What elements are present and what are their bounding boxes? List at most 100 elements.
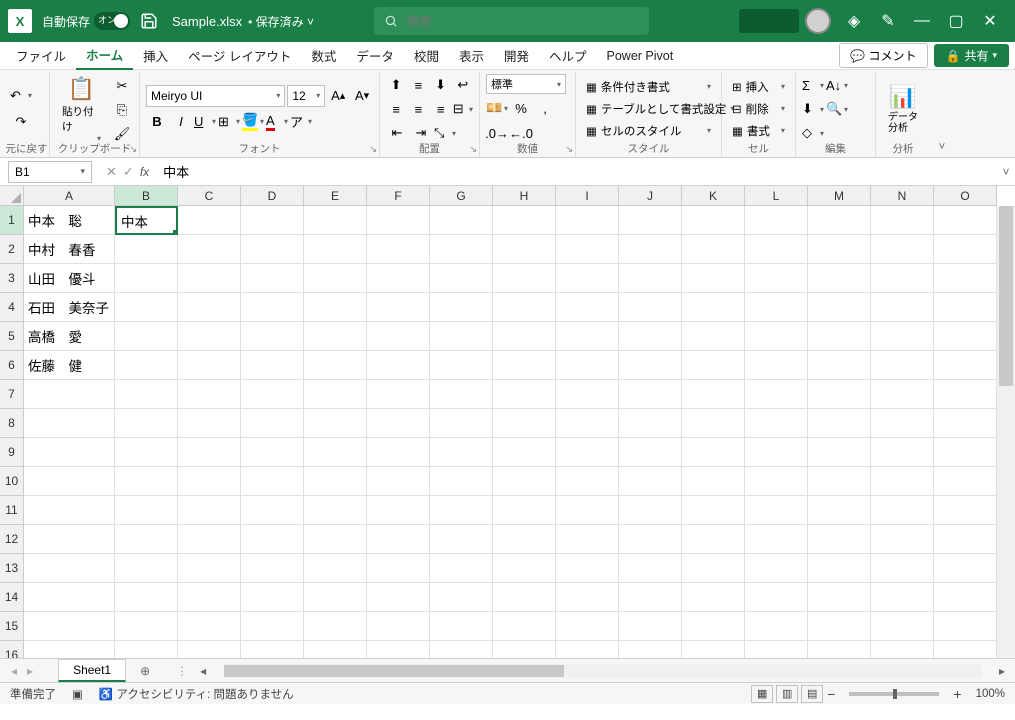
cell-I11[interactable] — [556, 496, 619, 525]
cell-J9[interactable] — [619, 438, 682, 467]
cell-J11[interactable] — [619, 496, 682, 525]
cell-L13[interactable] — [745, 554, 808, 583]
cell-N15[interactable] — [871, 612, 934, 641]
file-name[interactable]: Sample.xlsx — [172, 14, 242, 29]
cell-B9[interactable] — [115, 438, 178, 467]
cell-G15[interactable] — [430, 612, 493, 641]
cell-M2[interactable] — [808, 235, 871, 264]
cell-A4[interactable]: 石田 美奈子 — [24, 293, 115, 322]
row-header-7[interactable]: 7 — [0, 380, 24, 409]
cell-A10[interactable] — [24, 467, 115, 496]
cell-M3[interactable] — [808, 264, 871, 293]
row-header-5[interactable]: 5 — [0, 322, 24, 351]
cell-K10[interactable] — [682, 467, 745, 496]
cell-J12[interactable] — [619, 525, 682, 554]
cell-N7[interactable] — [871, 380, 934, 409]
cell-H13[interactable] — [493, 554, 556, 583]
cell-O9[interactable] — [934, 438, 997, 467]
cell-E13[interactable] — [304, 554, 367, 583]
sort-filter-button[interactable]: A↓▾ — [826, 74, 848, 96]
cell-E14[interactable] — [304, 583, 367, 612]
column-header-B[interactable]: B — [115, 186, 178, 206]
cell-D13[interactable] — [241, 554, 304, 583]
sheet-nav-next[interactable]: ▸ — [22, 664, 38, 678]
cell-E10[interactable] — [304, 467, 367, 496]
tab-insert[interactable]: 挿入 — [133, 42, 178, 70]
cell-C16[interactable] — [178, 641, 241, 658]
cell-O3[interactable] — [934, 264, 997, 293]
tab-power-pivot[interactable]: Power Pivot — [597, 42, 684, 70]
cell-J16[interactable] — [619, 641, 682, 658]
cell-J10[interactable] — [619, 467, 682, 496]
formula-input[interactable] — [159, 161, 997, 183]
cell-L5[interactable] — [745, 322, 808, 351]
cell-I13[interactable] — [556, 554, 619, 583]
cell-O4[interactable] — [934, 293, 997, 322]
cell-C15[interactable] — [178, 612, 241, 641]
cell-F5[interactable] — [367, 322, 430, 351]
cell-C3[interactable] — [178, 264, 241, 293]
cell-G5[interactable] — [430, 322, 493, 351]
wrap-text-button[interactable]: ↩ — [453, 74, 473, 96]
cell-G13[interactable] — [430, 554, 493, 583]
tab-formulas[interactable]: 数式 — [301, 42, 346, 70]
cell-G2[interactable] — [430, 235, 493, 264]
cell-J1[interactable] — [619, 206, 682, 235]
cell-E12[interactable] — [304, 525, 367, 554]
cell-A12[interactable] — [24, 525, 115, 554]
row-header-11[interactable]: 11 — [0, 496, 24, 525]
cell-B16[interactable] — [115, 641, 178, 658]
cell-I2[interactable] — [556, 235, 619, 264]
cell-D6[interactable] — [241, 351, 304, 380]
cell-B11[interactable] — [115, 496, 178, 525]
cell-D8[interactable] — [241, 409, 304, 438]
tab-page-layout[interactable]: ページ レイアウト — [178, 42, 301, 70]
cell-I10[interactable] — [556, 467, 619, 496]
cell-K14[interactable] — [682, 583, 745, 612]
name-box[interactable]: B1▾ — [8, 161, 92, 183]
find-select-button[interactable]: 🔍▾ — [826, 98, 848, 120]
percent-button[interactable]: % — [510, 97, 532, 119]
cell-N8[interactable] — [871, 409, 934, 438]
cell-N13[interactable] — [871, 554, 934, 583]
cell-N9[interactable] — [871, 438, 934, 467]
cell-K9[interactable] — [682, 438, 745, 467]
number-format-combo[interactable]: 標準▾ — [486, 74, 566, 94]
cell-L10[interactable] — [745, 467, 808, 496]
cancel-icon[interactable]: ✕ — [106, 164, 117, 180]
phonetic-button[interactable]: ア▾ — [290, 111, 312, 133]
tab-review[interactable]: 校閲 — [404, 42, 449, 70]
cell-H3[interactable] — [493, 264, 556, 293]
align-middle-button[interactable]: ≡ — [408, 74, 428, 96]
zoom-level[interactable]: 100% — [976, 688, 1005, 700]
cell-B8[interactable] — [115, 409, 178, 438]
cell-L1[interactable] — [745, 206, 808, 235]
view-normal-button[interactable]: ▦ — [751, 685, 773, 703]
cell-A14[interactable] — [24, 583, 115, 612]
cell-A11[interactable] — [24, 496, 115, 525]
cell-I9[interactable] — [556, 438, 619, 467]
row-header-15[interactable]: 15 — [0, 612, 24, 641]
decrease-font-button[interactable]: A▾ — [351, 85, 373, 107]
cell-B5[interactable] — [115, 322, 178, 351]
cell-B1[interactable]: 中本 — [115, 206, 178, 235]
sheet-tab-sheet1[interactable]: Sheet1 — [58, 659, 126, 682]
cell-K6[interactable] — [682, 351, 745, 380]
comments-button[interactable]: 💬 コメント — [839, 43, 927, 68]
conditional-format-button[interactable]: ▦条件付き書式▾ — [582, 77, 715, 97]
cell-H2[interactable] — [493, 235, 556, 264]
cell-I15[interactable] — [556, 612, 619, 641]
cell-B15[interactable] — [115, 612, 178, 641]
cell-O2[interactable] — [934, 235, 997, 264]
maximize-button[interactable]: ▢ — [939, 4, 973, 38]
cell-F11[interactable] — [367, 496, 430, 525]
hscroll-right[interactable]: ▸ — [995, 664, 1009, 678]
cell-H8[interactable] — [493, 409, 556, 438]
fill-color-button[interactable]: 🪣▾ — [242, 111, 264, 133]
cell-N16[interactable] — [871, 641, 934, 658]
cell-L9[interactable] — [745, 438, 808, 467]
cell-D12[interactable] — [241, 525, 304, 554]
select-all-corner[interactable] — [0, 186, 24, 206]
search-input[interactable] — [406, 14, 606, 29]
cell-H1[interactable] — [493, 206, 556, 235]
